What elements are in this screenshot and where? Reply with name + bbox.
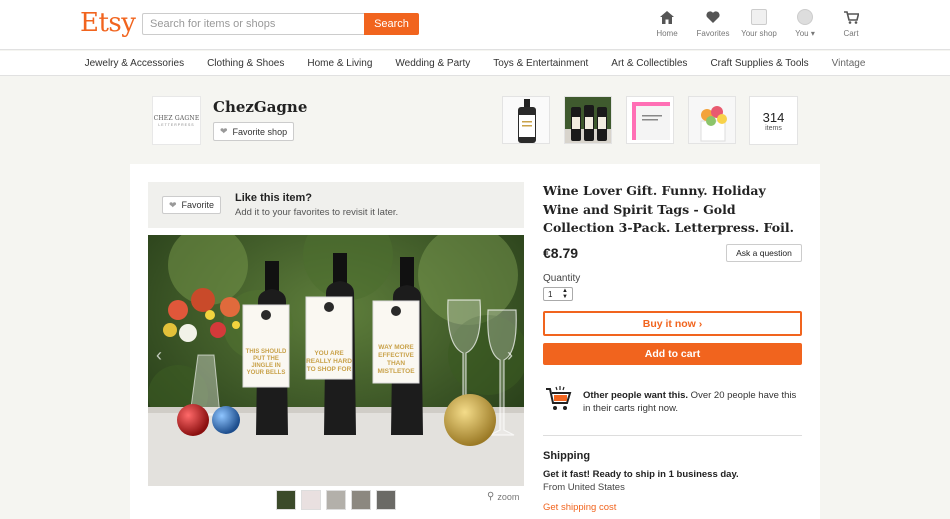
nav-you-label: You ▾	[795, 29, 815, 38]
nav-home-label: Home	[656, 29, 678, 38]
category-toys[interactable]: Toys & Entertainment	[493, 58, 588, 69]
listing-main-photo[interactable]: THIS SHOULD PUT THE JINGLE IN YOUR BELLS YO…	[148, 235, 524, 486]
photo-thumbnail[interactable]	[301, 490, 321, 510]
quantity-value: 1	[548, 289, 553, 299]
stepper-icon: ▲ ▼	[562, 288, 568, 300]
heart-icon: ❤	[220, 126, 228, 136]
photo-thumbnail[interactable]	[276, 490, 296, 510]
zoom-button[interactable]: ⚲ zoom	[487, 491, 519, 502]
heart-icon: ❤	[169, 199, 177, 210]
photo-next-arrow-icon[interactable]: ›	[507, 345, 513, 366]
site-header: Etsy Search Home Favorites Your shop You…	[0, 0, 950, 50]
search-input[interactable]	[142, 13, 364, 35]
quantity-select[interactable]: 1 ▲ ▼	[543, 287, 573, 301]
quantity-label: Quantity	[543, 273, 581, 284]
category-wedding-party[interactable]: Wedding & Party	[395, 58, 470, 69]
category-nav: Jewelry & Accessories Clothing & Shoes H…	[0, 51, 950, 76]
divider	[543, 435, 802, 436]
heart-icon	[704, 8, 722, 26]
cart-icon	[545, 385, 573, 416]
category-clothing[interactable]: Clothing & Shoes	[207, 58, 284, 69]
category-home-living[interactable]: Home & Living	[307, 58, 372, 69]
nav-your-shop-label: Your shop	[741, 29, 777, 38]
shipping-from: From United States	[543, 482, 625, 493]
items-count-number: 314	[762, 109, 785, 125]
nav-home[interactable]: Home	[648, 8, 686, 38]
shipping-fast: Get it fast! Ready to ship in 1 business…	[543, 469, 739, 480]
header-nav: Home Favorites Your shop You ▾ Cart	[640, 8, 870, 38]
photo-thumbnail[interactable]	[351, 490, 371, 510]
category-vintage[interactable]: Vintage	[832, 58, 866, 69]
favorite-shop-label: Favorite shop	[232, 126, 288, 137]
nav-you[interactable]: You ▾	[786, 8, 824, 38]
demand-notice-bold: Other people want this.	[583, 390, 689, 401]
photo-thumbnail[interactable]	[326, 490, 346, 510]
nav-cart-label: Cart	[843, 29, 859, 38]
shop-item-thumbnails	[502, 96, 750, 144]
like-subtitle: Add it to your favorites to revisit it l…	[235, 207, 399, 218]
magnifier-icon: ⚲	[487, 491, 495, 502]
add-to-cart-button[interactable]: Add to cart	[543, 343, 802, 365]
listing-price: €8.79	[543, 245, 579, 261]
zoom-label: zoom	[497, 491, 520, 502]
items-count-label: items	[765, 124, 782, 132]
home-icon	[658, 8, 676, 26]
shop-item-thumbnail[interactable]	[626, 96, 674, 144]
nav-your-shop[interactable]: Your shop	[740, 8, 778, 38]
buy-it-now-button[interactable]: Buy it now ›	[543, 311, 802, 336]
like-title: Like this item?	[235, 192, 313, 204]
nav-favorites[interactable]: Favorites	[694, 8, 732, 38]
avatar-icon	[796, 8, 814, 26]
shop-name[interactable]: ChezGagne	[213, 98, 307, 116]
photo-thumbnail-strip	[276, 490, 401, 510]
favorite-item-label: Favorite	[181, 200, 215, 210]
shop-items-count[interactable]: 314 items	[749, 96, 798, 145]
etsy-logo[interactable]: Etsy	[80, 8, 136, 38]
cart-icon	[842, 8, 860, 26]
get-shipping-cost-link[interactable]: Get shipping cost	[543, 502, 616, 513]
ask-question-button[interactable]: Ask a question	[726, 244, 802, 262]
category-jewelry[interactable]: Jewelry & Accessories	[85, 58, 184, 69]
listing-title: Wine Lover Gift. Funny. Holiday Wine and…	[543, 183, 794, 235]
shop-item-thumbnail[interactable]	[688, 96, 736, 144]
shop-item-thumbnail[interactable]	[564, 96, 612, 144]
category-craft[interactable]: Craft Supplies & Tools	[710, 58, 808, 69]
photo-thumbnail[interactable]	[376, 490, 396, 510]
shop-item-thumbnail[interactable]	[502, 96, 550, 144]
shop-logo-sub: LETTERPRESS	[158, 122, 195, 127]
favorite-item-button[interactable]: ❤ Favorite	[162, 196, 222, 214]
demand-notice: Other people want this. Over 20 people h…	[583, 389, 803, 415]
shipping-title: Shipping	[543, 450, 591, 462]
shop-icon	[750, 8, 768, 26]
photo-prev-arrow-icon[interactable]: ‹	[156, 345, 162, 366]
favorite-shop-button[interactable]: ❤ Favorite shop	[213, 122, 295, 141]
shop-logo[interactable]: CHEZ GAGNE LETTERPRESS	[152, 96, 201, 145]
nav-cart[interactable]: Cart	[832, 8, 870, 38]
shop-logo-name: CHEZ GAGNE	[153, 114, 200, 122]
category-art[interactable]: Art & Collectibles	[611, 58, 687, 69]
nav-favorites-label: Favorites	[696, 29, 730, 38]
search-button[interactable]: Search	[364, 13, 419, 35]
